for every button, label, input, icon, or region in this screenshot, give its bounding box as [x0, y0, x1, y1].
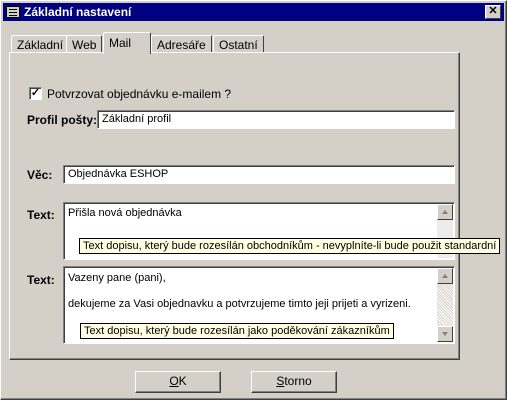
tab-zakladni[interactable]: Základní	[11, 35, 70, 53]
mail-profile-label: Profil pošty:	[27, 113, 98, 127]
tab-mail[interactable]: Mail	[103, 32, 151, 54]
scroll-up-arrow-icon[interactable]	[437, 204, 453, 220]
ok-button[interactable]: OK	[135, 371, 221, 393]
customer-text-line: dekujeme za Vasi objednavku a potvrzujem…	[68, 298, 411, 310]
confirm-email-checkbox[interactable]: ✓	[29, 87, 42, 100]
subject-field[interactable]: Objednávka ESHOP	[63, 165, 455, 184]
window-title: Základní nastavení	[24, 5, 132, 19]
merchant-text-tooltip: Text dopisu, který bude rozesílán obchod…	[79, 238, 501, 254]
customer-text-line: Vazeny pane (pani),	[68, 272, 166, 284]
text1-label: Text:	[27, 208, 55, 222]
close-icon: ✕	[488, 5, 498, 17]
cancel-button[interactable]: Storno	[251, 371, 337, 393]
close-button[interactable]: ✕	[485, 5, 501, 19]
tab-adresare[interactable]: Adresáře	[151, 35, 212, 53]
scroll-up-arrow-icon[interactable]	[437, 268, 453, 284]
tab-strip: Základní Web Mail Adresáře Ostatní	[9, 32, 489, 54]
title-bar[interactable]: Základní nastavení ✕	[3, 3, 504, 21]
scroll-down-arrow-icon[interactable]	[437, 326, 453, 342]
app-menu-icon[interactable]	[6, 6, 20, 18]
mail-profile-field[interactable]: Základní profil	[97, 110, 455, 129]
settings-dialog: Základní nastavení ✕ Základní Web Mail A…	[0, 0, 507, 400]
subject-label: Věc:	[27, 168, 53, 182]
merchant-text-line: Přišla nová objednávka	[68, 207, 182, 219]
confirm-email-label: Potvrzovat objednávku e-mailem ?	[47, 87, 232, 101]
tab-web[interactable]: Web	[66, 35, 103, 53]
text2-label: Text:	[27, 273, 55, 287]
customer-text-tooltip: Text dopisu, který bude rozesílán jako p…	[80, 323, 394, 339]
tab-ostatni[interactable]: Ostatní	[213, 35, 264, 53]
customer-text-scrollbar[interactable]	[437, 268, 453, 342]
